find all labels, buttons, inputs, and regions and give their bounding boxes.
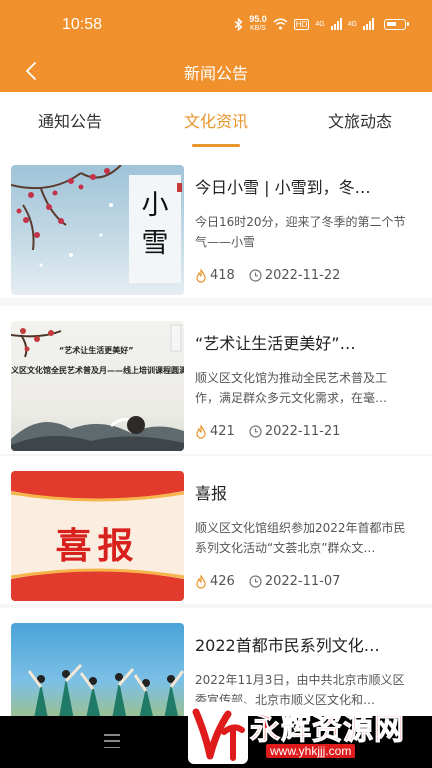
hd-icon: HD — [293, 18, 310, 30]
clock-icon — [249, 269, 262, 282]
signal-2-label: 4G — [347, 20, 357, 28]
flame-icon — [196, 268, 206, 283]
clock-icon — [249, 425, 262, 438]
menu-icon[interactable] — [104, 734, 120, 748]
news-meta: 426 2022-11-07 — [195, 574, 340, 589]
status-time: 10:58 — [62, 16, 103, 33]
view-count: 418 — [210, 268, 235, 283]
flame-icon — [196, 574, 206, 589]
status-bar: 10:58 95.0 KB/S HD 4G 4G — [0, 0, 432, 50]
network-speed-value: 95.0 — [249, 14, 267, 24]
news-meta: 421 2022-11-21 — [195, 424, 340, 439]
news-thumbnail: 小雪 — [11, 165, 184, 295]
news-desc: 今日16时20分，迎来了冬季的第二个节气——小雪 — [195, 215, 406, 249]
news-thumbnail — [11, 623, 184, 716]
news-desc: 顺义区文化馆为推动全民艺术普及工作，满足群众多元文化需求，在毫… — [195, 371, 388, 405]
thumbnail-caption-2: 义区文化馆全民艺术普及月——线上培训课程圆满结 — [11, 366, 184, 375]
view-count: 421 — [210, 424, 235, 439]
thumbnail-caption-1: “艺术让生活更美好” — [59, 346, 134, 355]
news-thumbnail: 喜报 — [11, 471, 184, 601]
network-speed: 95.0 KB/S — [249, 15, 267, 33]
watermark-text: 永辉资源网 — [250, 712, 405, 748]
tab-tourism-news[interactable]: 文旅动态 — [328, 108, 392, 132]
news-title: 2022首都市民系列文化… — [195, 636, 380, 655]
nav-bar: 新闻公告 — [0, 50, 432, 92]
network-speed-unit: KB/S — [250, 25, 266, 32]
status-icons: 95.0 KB/S HD 4G 4G — [234, 15, 409, 33]
publish-date: 2022-11-07 — [264, 574, 341, 589]
view-count: 426 — [210, 574, 235, 589]
tab-notices[interactable]: 通知公告 — [38, 108, 102, 132]
signal-1-icon — [330, 18, 342, 30]
news-item[interactable]: “艺术让生活更美好” 义区文化馆全民艺术普及月——线上培训课程圆满结 “艺术让生… — [0, 306, 432, 454]
watermark-logo — [188, 702, 248, 764]
watermark: 永辉资源网 www.yhkjjj.com — [188, 700, 428, 766]
publish-date: 2022-11-21 — [264, 424, 341, 439]
news-list[interactable]: 小雪 今日小雪 | 小雪到，冬… 今日16时20分，迎来了冬季的第二个节气——小… — [0, 150, 432, 716]
page-title: 新闻公告 — [183, 64, 248, 83]
news-thumbnail: “艺术让生活更美好” 义区文化馆全民艺术普及月——线上培训课程圆满结 — [11, 321, 184, 451]
active-tab-indicator — [192, 144, 240, 147]
thumbnail-title: 喜报 — [55, 526, 140, 567]
signal-1-label: 4G — [315, 20, 325, 28]
signal-2-icon — [363, 18, 374, 30]
news-item[interactable]: 小雪 今日小雪 | 小雪到，冬… 今日16时20分，迎来了冬季的第二个节气——小… — [0, 150, 432, 298]
news-item[interactable]: 喜报 喜报 顺义区文化馆组织参加2022年首都市民系列文化活动“文荟北京”群众文… — [0, 456, 432, 604]
publish-date: 2022-11-22 — [264, 268, 341, 283]
news-title: “艺术让生活更美好”… — [195, 334, 356, 353]
flame-icon — [196, 424, 206, 439]
wifi-icon — [273, 18, 288, 30]
bluetooth-icon — [234, 17, 243, 31]
clock-icon — [249, 575, 262, 588]
tab-culture-news[interactable]: 文化资讯 — [184, 108, 248, 132]
tab-bar: 通知公告 文化资讯 文旅动态 — [0, 92, 432, 150]
thumbnail-title: 小雪 — [141, 190, 169, 259]
battery-icon — [384, 18, 409, 30]
news-title: 喜报 — [195, 484, 228, 503]
news-title: 今日小雪 | 小雪到，冬… — [195, 178, 371, 197]
watermark-url: www.yhkjjj.com — [266, 744, 356, 758]
news-meta: 418 2022-11-22 — [195, 268, 340, 283]
news-desc: 顺义区文化馆组织参加2022年首都市民系列文化活动“文荟北京”群众文… — [195, 521, 406, 555]
